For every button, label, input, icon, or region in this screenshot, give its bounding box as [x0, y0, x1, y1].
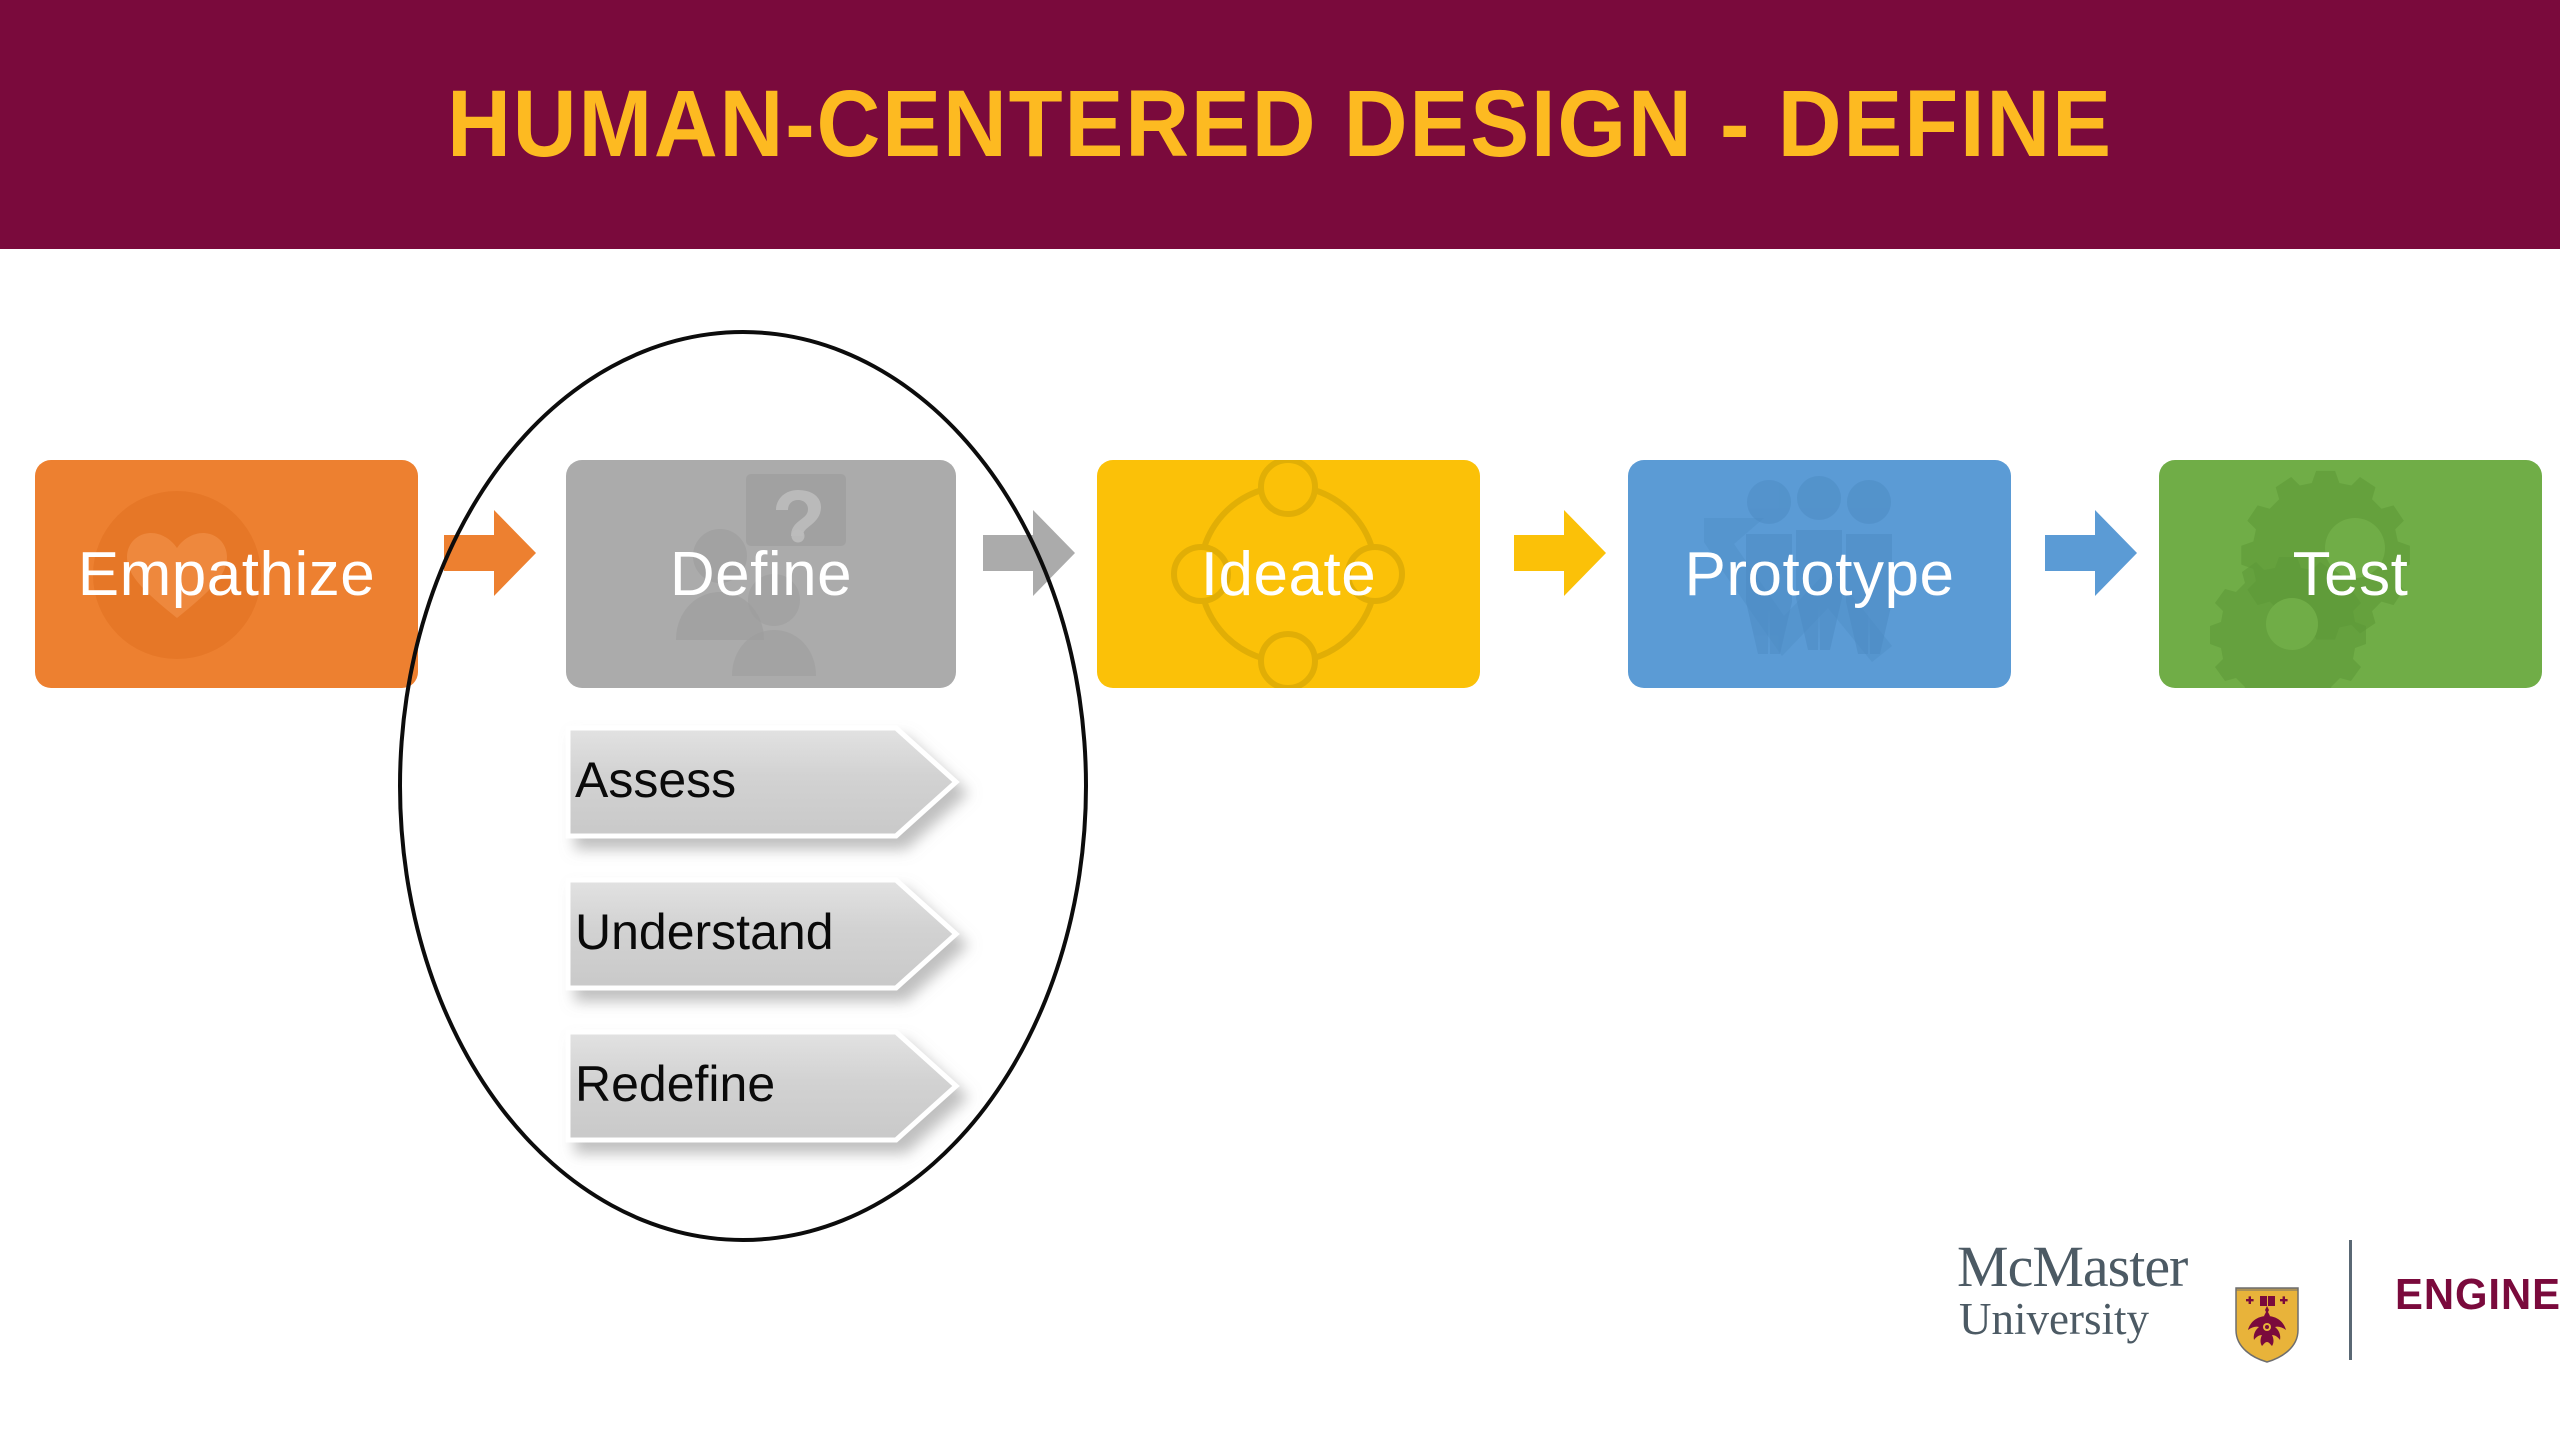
logo-divider	[2349, 1240, 2352, 1360]
logo-university-text: University	[1959, 1294, 2149, 1344]
stage-box-empathize[interactable]: Empathize	[35, 460, 418, 688]
mcmaster-wordmark: McMaster University	[1955, 1238, 2255, 1358]
arrow-ideate-to-prototype	[1514, 510, 1606, 596]
logo-engineering-text: ENGINEERING	[2395, 1270, 2560, 1319]
stage-box-prototype[interactable]: Prototype	[1628, 460, 2011, 688]
mcmaster-engineering-logo: McMaster University ENGINEERING	[1955, 1238, 2560, 1363]
stage-box-test[interactable]: Test	[2159, 460, 2542, 688]
stage-label-ideate: Ideate	[1200, 539, 1377, 609]
logo-mcmaster-text: McMaster	[1957, 1234, 2188, 1299]
stage-label-empathize: Empathize	[77, 539, 376, 609]
mcmaster-crest-icon	[2235, 1287, 2299, 1363]
stage-label-test: Test	[2292, 539, 2409, 609]
arrow-prototype-to-test	[2045, 510, 2137, 596]
stage-box-ideate[interactable]: Ideate	[1097, 460, 1480, 688]
page-title: HUMAN-CENTERED DESIGN - DEFINE	[447, 71, 2113, 177]
define-highlight-ellipse	[398, 330, 1088, 1242]
stage-label-prototype: Prototype	[1684, 539, 1955, 609]
slide-canvas: HUMAN-CENTERED DESIGN - DEFINE Empathize…	[0, 0, 2560, 1440]
